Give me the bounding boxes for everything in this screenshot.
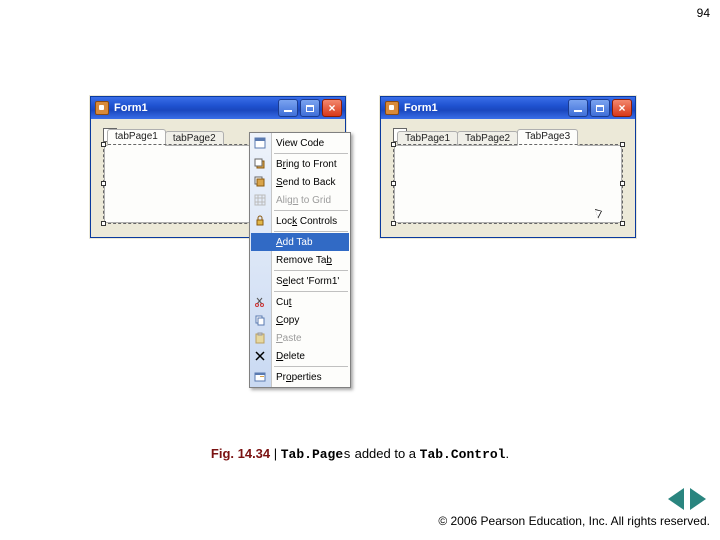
menu-label: Copy xyxy=(276,315,299,326)
close-button[interactable]: × xyxy=(322,99,342,117)
maximize-button[interactable] xyxy=(300,99,320,117)
menu-lock-controls[interactable]: Lock Controls xyxy=(250,212,350,230)
tab-page-1[interactable]: TabPage1 xyxy=(397,131,458,146)
figure-area: Form1 × + tabPage1 tabPage2 xyxy=(90,96,670,356)
menu-label: Properties xyxy=(276,372,322,383)
menu-remove-tab[interactable]: Remove Tab xyxy=(250,251,350,269)
tab-page-3[interactable]: TabPage3 xyxy=(517,129,578,146)
form-icon xyxy=(385,101,399,115)
properties-icon xyxy=(253,370,267,384)
paste-icon xyxy=(253,331,267,345)
maximize-button[interactable] xyxy=(590,99,610,117)
menu-label: View Code xyxy=(276,138,324,149)
menu-select-form[interactable]: Select 'Form1' xyxy=(250,272,350,290)
resize-handle[interactable] xyxy=(391,142,396,147)
context-menu: View Code Bring to Front Send to Back Al… xyxy=(249,132,351,388)
menu-cut[interactable]: Cut xyxy=(250,293,350,311)
menu-separator xyxy=(274,270,348,271)
window-title: Form1 xyxy=(114,102,278,114)
resize-handle[interactable] xyxy=(620,181,625,186)
bring-to-front-icon xyxy=(253,157,267,171)
titlebar: Form1 × xyxy=(91,97,345,119)
menu-label: Send to Back xyxy=(276,177,335,188)
menu-separator xyxy=(274,366,348,367)
caption-text: added to a xyxy=(351,446,420,461)
menu-separator xyxy=(274,231,348,232)
menu-label: Lock Controls xyxy=(276,216,337,227)
menu-paste: Paste xyxy=(250,329,350,347)
menu-label: Bring to Front xyxy=(276,159,337,170)
menu-properties[interactable]: Properties xyxy=(250,368,350,386)
resize-handle[interactable] xyxy=(101,142,106,147)
resize-handle[interactable] xyxy=(101,181,106,186)
delete-icon xyxy=(253,349,267,363)
tab-strip: TabPage1 TabPage2 TabPage3 xyxy=(397,145,621,162)
form-icon xyxy=(95,101,109,115)
figure-number: Fig. 14.34 xyxy=(211,446,270,461)
resize-handle[interactable] xyxy=(620,221,625,226)
caption-buttons: × xyxy=(278,99,342,117)
align-grid-icon xyxy=(253,193,267,207)
menu-separator xyxy=(274,210,348,211)
resize-handle[interactable] xyxy=(101,221,106,226)
resize-handle[interactable] xyxy=(391,221,396,226)
view-code-icon xyxy=(253,136,267,150)
copy-icon xyxy=(253,313,267,327)
copyright-footer: © 2006 Pearson Education, Inc. All right… xyxy=(438,514,710,528)
caption-code-tabpage: Tab.Page xyxy=(281,447,343,462)
tab-page-2[interactable]: TabPage2 xyxy=(457,131,518,146)
menu-bring-to-front[interactable]: Bring to Front xyxy=(250,155,350,173)
caption-separator: | xyxy=(270,446,281,461)
caption-end: . xyxy=(505,446,509,461)
menu-send-to-back[interactable]: Send to Back xyxy=(250,173,350,191)
menu-copy[interactable]: Copy xyxy=(250,311,350,329)
prev-slide-button[interactable] xyxy=(668,488,684,510)
menu-label: Remove Tab xyxy=(276,255,332,266)
caption-code-tabcontrol: Tab.Control xyxy=(420,447,506,462)
caption-code-suffix: s xyxy=(343,447,351,462)
next-slide-button[interactable] xyxy=(690,488,706,510)
menu-view-code[interactable]: View Code xyxy=(250,134,350,152)
page-number: 94 xyxy=(697,6,710,20)
minimize-button[interactable] xyxy=(278,99,298,117)
slide-nav xyxy=(668,488,706,510)
minimize-button[interactable] xyxy=(568,99,588,117)
form-window-after: Form1 × + TabPage1 TabPage2 TabPage3 xyxy=(380,96,636,238)
window-title: Form1 xyxy=(404,102,568,114)
resize-handle[interactable] xyxy=(620,142,625,147)
form-client: + TabPage1 TabPage2 TabPage3 xyxy=(385,123,631,233)
tab-page-2[interactable]: tabPage2 xyxy=(165,131,224,146)
menu-align-to-grid: Align to Grid xyxy=(250,191,350,209)
tab-page-1[interactable]: tabPage1 xyxy=(107,129,166,146)
titlebar: Form1 × xyxy=(381,97,635,119)
menu-separator xyxy=(274,153,348,154)
resize-handle[interactable] xyxy=(391,181,396,186)
menu-label: Add Tab xyxy=(276,237,313,248)
menu-label: Select 'Form1' xyxy=(276,276,339,287)
cut-icon xyxy=(253,295,267,309)
menu-label: Align to Grid xyxy=(276,195,331,206)
menu-separator xyxy=(274,291,348,292)
send-to-back-icon xyxy=(253,175,267,189)
close-button[interactable]: × xyxy=(612,99,632,117)
menu-delete[interactable]: Delete xyxy=(250,347,350,365)
menu-add-tab[interactable]: Add Tab xyxy=(251,233,349,251)
caption-buttons: × xyxy=(568,99,632,117)
figure-caption: Fig. 14.34 | Tab.Pages added to a Tab.Co… xyxy=(0,446,720,462)
tab-control[interactable]: + TabPage1 TabPage2 TabPage3 xyxy=(394,145,622,223)
menu-label: Cut xyxy=(276,297,292,308)
lock-icon xyxy=(253,214,267,228)
copyright-text: 2006 Pearson Education, Inc. All rights … xyxy=(447,514,710,528)
copyright-symbol: © xyxy=(438,514,447,528)
menu-label: Paste xyxy=(276,333,302,344)
menu-label: Delete xyxy=(276,351,305,362)
